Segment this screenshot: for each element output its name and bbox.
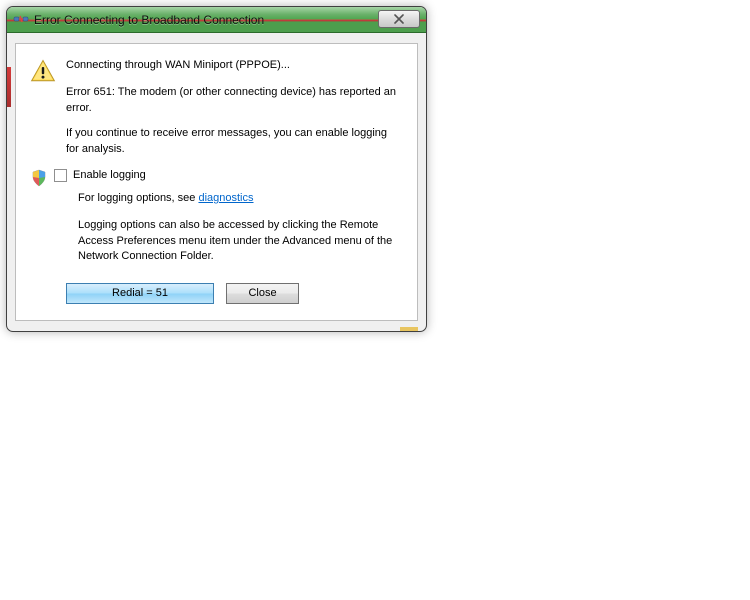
window-close-button[interactable] (378, 10, 420, 28)
enable-logging-checkbox[interactable] (54, 169, 67, 182)
logging-options-prefix: For logging options, see (78, 192, 198, 204)
button-row: Redial = 51 Close (66, 283, 401, 304)
content-wrap: Connecting through WAN Miniport (PPPOE).… (7, 33, 426, 331)
enable-logging-control[interactable]: Enable logging (54, 169, 146, 182)
logging-description: Logging options can also be accessed by … (78, 218, 401, 264)
close-button[interactable]: Close (226, 283, 299, 304)
error-text: Error 651: The modem (or other connectin… (66, 85, 401, 116)
close-icon (393, 14, 405, 24)
logging-options-text: For logging options, see diagnostics (78, 191, 401, 206)
continue-text: If you continue to receive error message… (66, 126, 401, 157)
enable-logging-label: Enable logging (73, 169, 146, 181)
icon-column (30, 58, 66, 84)
bottom-accent (400, 327, 418, 331)
shield-icon (30, 169, 48, 187)
connecting-text: Connecting through WAN Miniport (PPPOE).… (66, 58, 401, 73)
redial-button[interactable]: Redial = 51 (66, 283, 214, 304)
content-panel: Connecting through WAN Miniport (PPPOE).… (15, 43, 418, 321)
message-text: Connecting through WAN Miniport (PPPOE).… (66, 58, 401, 116)
warning-icon (30, 58, 56, 84)
message-row: Connecting through WAN Miniport (PPPOE).… (30, 58, 401, 116)
window-title: Error Connecting to Broadband Connection (34, 13, 378, 27)
dialog-window: Error Connecting to Broadband Connection (6, 6, 427, 332)
logging-row: Enable logging (30, 169, 401, 187)
diagnostics-link[interactable]: diagnostics (198, 192, 253, 204)
titlebar[interactable]: Error Connecting to Broadband Connection (7, 7, 426, 33)
left-edge-accent (7, 67, 11, 107)
app-icon (13, 12, 29, 28)
